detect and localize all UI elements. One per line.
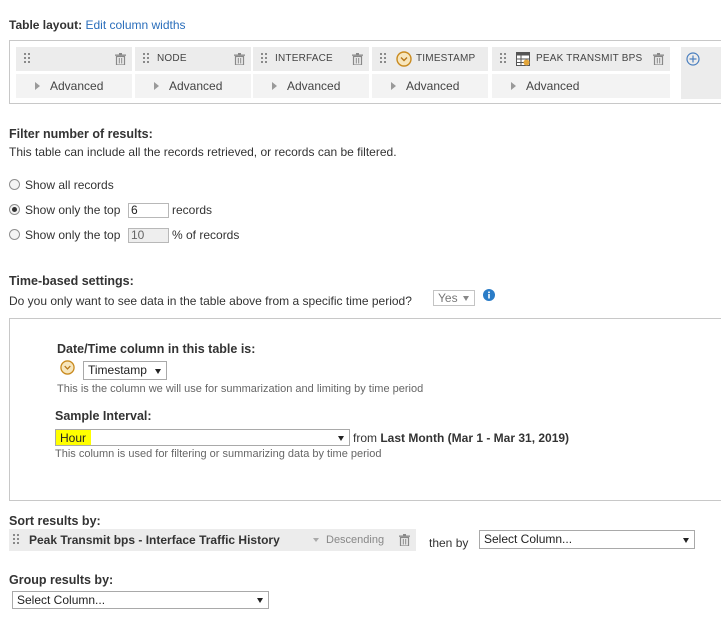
- trash-icon[interactable]: [234, 53, 245, 65]
- drag-handle-icon[interactable]: [13, 534, 21, 546]
- advanced-label: Advanced: [50, 79, 104, 93]
- time-question: Do you only want to see data in the tabl…: [9, 294, 412, 308]
- sample-interval-label: Sample Interval:: [55, 409, 152, 423]
- expand-arrow-icon: [35, 82, 40, 90]
- group-by-select[interactable]: Select Column...: [12, 591, 269, 609]
- table-layout-title: Table layout:: [9, 18, 83, 32]
- datetime-column-select[interactable]: Timestamp: [83, 361, 167, 380]
- clock-badge-icon: [396, 51, 412, 67]
- add-column-button[interactable]: [681, 47, 721, 99]
- advanced-label: Advanced: [526, 79, 580, 93]
- filter-description: This table can include all the records r…: [9, 145, 397, 159]
- radio-show-top[interactable]: [9, 204, 20, 215]
- advanced-toggle[interactable]: Advanced: [135, 74, 251, 98]
- datetime-column-label: Date/Time column in this table is:: [57, 342, 256, 356]
- sort-direction[interactable]: Descending: [326, 534, 384, 546]
- column-card-peak-transmit[interactable]: PEAK TRANSMIT BPS Advanced: [492, 47, 670, 99]
- column-card-node[interactable]: NODE Advanced: [135, 47, 251, 99]
- show-top-percent-label: Show only the top: [25, 228, 121, 242]
- trash-icon[interactable]: [653, 53, 664, 65]
- trash-icon[interactable]: [399, 534, 410, 546]
- column-card-timestamp[interactable]: TIMESTAMP Advanced: [372, 47, 488, 99]
- expand-arrow-icon: [272, 82, 277, 90]
- then-by-value: Select Column...: [484, 532, 573, 546]
- clock-badge-icon: [60, 360, 75, 375]
- advanced-toggle[interactable]: Advanced: [372, 74, 488, 98]
- trash-icon[interactable]: [115, 53, 126, 65]
- chevron-down-icon: [463, 296, 469, 301]
- sample-interval-select[interactable]: Hour: [55, 429, 350, 446]
- drag-handle-icon[interactable]: [500, 53, 508, 65]
- sample-interval-value: Hour: [60, 431, 87, 445]
- radio-show-top-percent[interactable]: [9, 229, 20, 240]
- edit-column-widths-link[interactable]: Edit column widths: [85, 18, 185, 32]
- chevron-down-icon[interactable]: [313, 538, 319, 542]
- from-label: from: [353, 431, 377, 445]
- records-suffix: records: [172, 203, 213, 217]
- datetime-column-value: Timestamp: [88, 363, 147, 377]
- column-card-interface[interactable]: INTERFACE Advanced: [253, 47, 369, 99]
- advanced-toggle[interactable]: Advanced: [253, 74, 369, 98]
- advanced-toggle[interactable]: Advanced: [16, 74, 132, 98]
- datetime-help-text: This is the column we will use for summa…: [57, 383, 424, 395]
- show-top-label: Show only the top: [25, 203, 121, 217]
- chevron-down-icon: [155, 368, 161, 374]
- drag-handle-icon[interactable]: [143, 53, 151, 65]
- plus-circle-icon: [686, 52, 700, 66]
- drag-handle-icon[interactable]: [380, 53, 388, 65]
- trash-icon[interactable]: [352, 53, 363, 65]
- expand-arrow-icon: [391, 82, 396, 90]
- table-layout-header: Table layout: Edit column widths: [9, 18, 186, 32]
- top-percent-input[interactable]: 10: [128, 228, 169, 243]
- radio-show-all[interactable]: [9, 179, 20, 190]
- time-period-value: Yes: [438, 291, 458, 305]
- drag-handle-icon[interactable]: [24, 53, 32, 65]
- percent-suffix: % of records: [172, 228, 240, 242]
- then-by-label: then by: [429, 536, 469, 550]
- expand-arrow-icon: [154, 82, 159, 90]
- drag-handle-icon[interactable]: [261, 53, 269, 65]
- column-layout-box: Advanced NODE Advanced INTERFACE Advance…: [9, 40, 721, 104]
- info-icon[interactable]: [483, 289, 495, 301]
- advanced-toggle[interactable]: Advanced: [492, 74, 670, 98]
- column-label: INTERFACE: [275, 53, 333, 64]
- advanced-label: Advanced: [406, 79, 460, 93]
- column-label: NODE: [157, 53, 187, 64]
- time-settings-title: Time-based settings:: [9, 274, 134, 288]
- filter-title: Filter number of results:: [9, 127, 153, 141]
- chevron-down-icon: [338, 435, 344, 441]
- date-range-label: Last Month (Mar 1 - Mar 31, 2019): [380, 431, 570, 445]
- show-all-label: Show all records: [25, 178, 114, 192]
- column-card-0[interactable]: Advanced: [16, 47, 132, 99]
- then-by-select[interactable]: Select Column...: [479, 530, 695, 549]
- interval-help-text: This column is used for filtering or sum…: [55, 448, 382, 460]
- expand-arrow-icon: [511, 82, 516, 90]
- advanced-label: Advanced: [287, 79, 341, 93]
- time-period-select[interactable]: Yes: [433, 290, 475, 306]
- group-by-value: Select Column...: [17, 593, 106, 607]
- column-label: TIMESTAMP: [416, 53, 476, 64]
- group-title: Group results by:: [9, 573, 114, 587]
- chevron-down-icon: [683, 537, 689, 543]
- table-icon: [516, 52, 530, 66]
- top-records-input[interactable]: 6: [128, 203, 169, 218]
- column-label: PEAK TRANSMIT BPS: [536, 53, 643, 64]
- sort-title: Sort results by:: [9, 514, 101, 528]
- sort-column-label: Peak Transmit bps - Interface Traffic Hi…: [29, 533, 280, 547]
- sort-item[interactable]: Peak Transmit bps - Interface Traffic Hi…: [9, 529, 416, 551]
- chevron-down-icon: [257, 598, 263, 603]
- range-text: from Last Month (Mar 1 - Mar 31, 2019): [353, 431, 569, 445]
- advanced-label: Advanced: [169, 79, 223, 93]
